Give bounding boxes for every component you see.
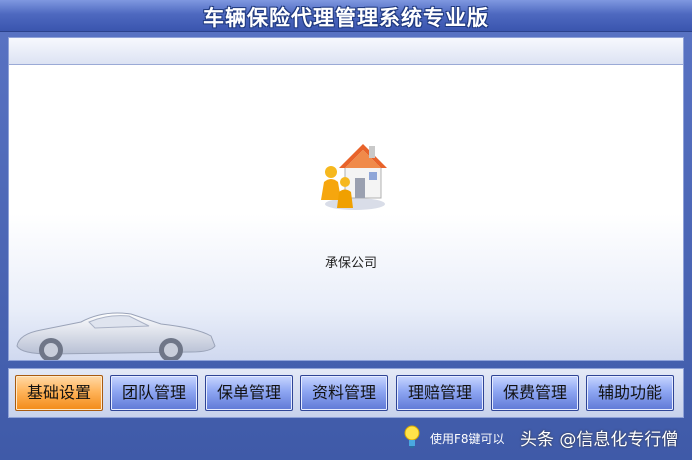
house-people-icon <box>321 144 387 210</box>
title-bar: 车辆保险代理管理系统专业版 <box>0 0 692 32</box>
watermark: 头条 @信息化专行僧 <box>520 430 679 450</box>
nav-bar: 基础设置 团队管理 保单管理 资料管理 理赔管理 保费管理 辅助功能 <box>8 368 684 418</box>
app-title: 车辆保险代理管理系统专业版 <box>203 5 489 30</box>
sub-header-bar <box>9 38 683 65</box>
status-bar: 使用F8键可以 头条 @信息化专行僧 <box>0 422 692 460</box>
nav-button-data-management[interactable]: 资料管理 <box>300 375 388 411</box>
module-label: 承保公司 <box>324 256 377 271</box>
module-underwriting-company[interactable]: 承保公司 <box>311 134 391 271</box>
sports-car-image <box>16 312 216 360</box>
nav-button-basic-settings[interactable]: 基础设置 <box>15 375 103 411</box>
content-area: 承保公司 <box>9 66 683 360</box>
lightbulb-icon <box>404 425 420 448</box>
main-panel: 承保公司 <box>8 37 684 361</box>
nav-button-premium-management[interactable]: 保费管理 <box>491 375 579 411</box>
nav-button-policy-management[interactable]: 保单管理 <box>205 375 293 411</box>
app-window: 车辆保险代理管理系统专业版 承保公司 基础设置 团队管理 保单管理 资料管理 理… <box>0 0 692 460</box>
nav-button-auxiliary-functions[interactable]: 辅助功能 <box>586 375 674 411</box>
tip-text: 使用F8键可以 <box>430 432 505 446</box>
nav-button-team-management[interactable]: 团队管理 <box>110 375 198 411</box>
nav-button-claims-management[interactable]: 理赔管理 <box>396 375 484 411</box>
